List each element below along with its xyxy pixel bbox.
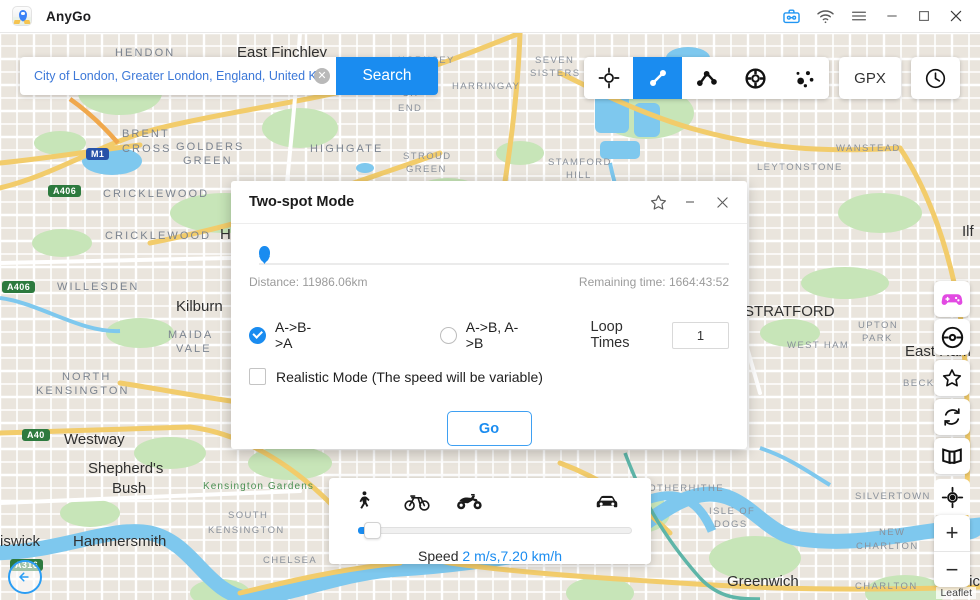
radio-round-trip-label: A->B->A [275, 319, 312, 351]
route-progress-bar[interactable] [249, 246, 729, 272]
anygo-window: HENDONEast FinchleyHORNSEYSEVENSISTERSHA… [0, 0, 980, 600]
refresh-button[interactable] [934, 399, 970, 435]
car-icon[interactable] [593, 487, 621, 520]
distance-label: Distance: 11986.06km [249, 275, 368, 289]
search-input-wrapper: ✕ [20, 57, 336, 95]
route-meta-row: Distance: 11986.06km Remaining time: 166… [249, 272, 729, 289]
radio-unchecked-icon [439, 326, 457, 344]
pokeball-button[interactable] [934, 319, 970, 355]
window-controls [774, 0, 980, 33]
radio-checked-icon [249, 326, 266, 344]
progress-track [259, 263, 729, 265]
realistic-mode-checkbox-row[interactable]: Realistic Mode (The speed will be variab… [249, 368, 729, 385]
search-input[interactable] [34, 69, 320, 83]
dialog-body: Distance: 11986.06km Remaining time: 166… [231, 224, 747, 446]
search-button[interactable]: Search [336, 57, 438, 95]
zoom-controls: + − [934, 515, 970, 587]
speed-panel: Speed 2 m/s,7.20 km/h [329, 478, 651, 564]
two-spot-mode-button[interactable] [633, 57, 682, 99]
go-button[interactable]: Go [446, 411, 532, 446]
radio-round-trip[interactable]: A->B->A [249, 319, 322, 351]
mode-toolbar: GPX [584, 57, 960, 99]
start-marker-pin-icon[interactable] [259, 246, 270, 262]
toolbox-icon[interactable] [774, 0, 808, 33]
back-arrow-button[interactable] [8, 560, 42, 594]
dialog-header-actions [643, 187, 737, 217]
locate-me-button[interactable] [934, 479, 970, 515]
route-options-row: A->B->A A->B, A->B Loop Times [249, 319, 729, 351]
vehicle-icon-row [348, 488, 632, 518]
walking-icon[interactable] [352, 490, 374, 517]
dialog-actions: Go [249, 411, 729, 446]
search-bar: ✕ Search [20, 57, 438, 95]
favorites-star-button[interactable] [934, 360, 970, 396]
slider-thumb[interactable] [364, 522, 381, 539]
bicycle-icon[interactable] [404, 488, 430, 519]
zoom-in-button[interactable]: + [934, 515, 970, 551]
title-bar: AnyGo [0, 0, 980, 33]
speed-readout: Speed 2 m/s,7.20 km/h [348, 548, 632, 564]
speed-prefix-label: Speed [418, 548, 463, 564]
realistic-mode-checkbox[interactable] [249, 368, 266, 385]
two-spot-mode-dialog: Two-spot Mode Distance: 11986.06km Remai… [231, 181, 747, 449]
dialog-header: Two-spot Mode [231, 181, 747, 224]
leaflet-attribution[interactable]: Leaflet [936, 587, 976, 599]
remaining-time-label: Remaining time: 1664:43:52 [578, 275, 729, 289]
speed-slider[interactable] [348, 520, 632, 540]
loop-times-label: Loop Times [590, 319, 630, 351]
speed-value: 2 m/s,7.20 km/h [462, 548, 562, 564]
clear-search-icon[interactable]: ✕ [314, 68, 330, 84]
multi-spot-mode-button[interactable] [682, 57, 731, 99]
road-shield: A40 [22, 429, 50, 441]
app-title: AnyGo [46, 8, 92, 24]
radio-one-way-repeat-label: A->B, A->B [465, 319, 519, 351]
dialog-title: Two-spot Mode [249, 194, 355, 210]
road-shield: A406 [2, 281, 36, 293]
history-button[interactable] [911, 57, 960, 99]
joystick-mode-button[interactable] [731, 57, 780, 99]
realistic-mode-label: Realistic Mode (The speed will be variab… [276, 368, 543, 385]
radio-one-way-repeat[interactable]: A->B, A->B [439, 319, 528, 351]
road-shield: A406 [48, 185, 82, 197]
maximize-button[interactable] [908, 0, 940, 33]
teleport-mode-button[interactable] [584, 57, 633, 99]
minimize-button[interactable] [876, 0, 908, 33]
zoom-out-button[interactable]: − [934, 551, 970, 587]
star-icon[interactable] [643, 187, 673, 217]
mode-button-group [584, 57, 829, 99]
motorcycle-icon[interactable] [456, 487, 483, 519]
gpx-button[interactable]: GPX [839, 57, 901, 99]
road-shield: M1 [86, 148, 110, 160]
close-button[interactable] [940, 0, 972, 33]
jump-mode-button[interactable] [780, 57, 829, 99]
hamburger-menu-icon[interactable] [842, 0, 876, 33]
wifi-icon[interactable] [808, 0, 842, 33]
loop-times-input[interactable] [672, 321, 729, 349]
dialog-minimize-button[interactable] [675, 187, 705, 217]
gamepad-button[interactable] [934, 281, 970, 317]
dialog-close-button[interactable] [707, 187, 737, 217]
app-logo-icon [12, 6, 32, 26]
map-layers-button[interactable] [934, 438, 970, 474]
slider-track[interactable] [358, 527, 632, 534]
